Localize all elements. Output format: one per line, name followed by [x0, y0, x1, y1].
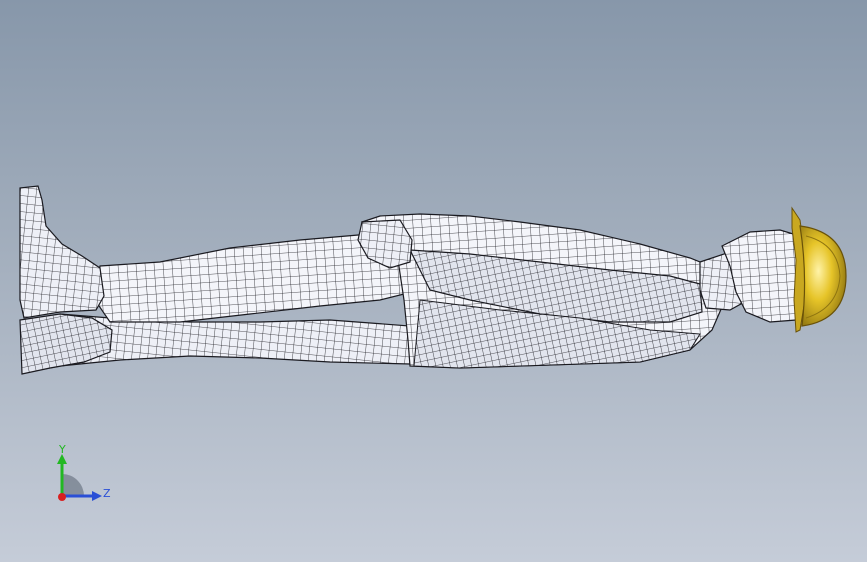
upper-boot-mesh — [19, 185, 105, 319]
lower-boot-mesh — [19, 313, 113, 375]
head-mesh — [721, 229, 807, 323]
axis-triad: Y Z — [57, 443, 111, 501]
triad-quadrant — [62, 474, 84, 496]
helmet-icon — [799, 225, 847, 327]
z-axis-label: Z — [103, 487, 111, 500]
y-axis-label: Y — [58, 443, 66, 456]
graphics-viewport[interactable]: Y Z — [0, 0, 867, 562]
human-figure-wireframe-icon[interactable] — [0, 0, 867, 562]
origin-icon — [58, 493, 66, 501]
